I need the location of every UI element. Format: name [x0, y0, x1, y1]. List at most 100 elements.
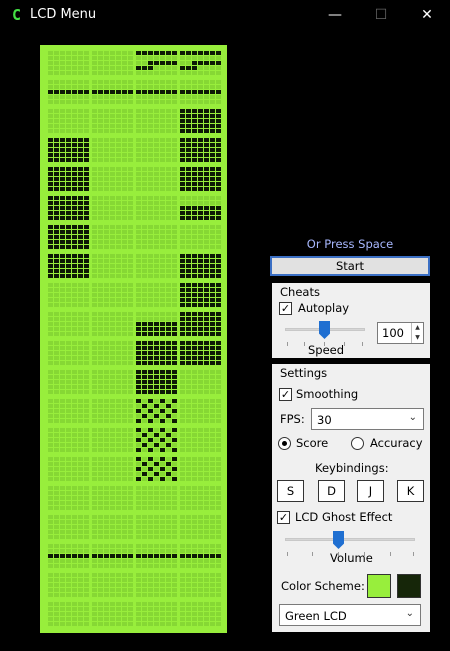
lcd-cell-block — [136, 370, 177, 394]
lcd-cell-block — [92, 138, 133, 162]
lcd-cell-block — [136, 515, 177, 539]
lcd-cell-block — [92, 196, 133, 220]
speed-spinbox[interactable]: 100 ▲ ▼ — [377, 322, 424, 344]
volume-tick — [312, 552, 313, 556]
speed-label: Speed — [308, 343, 345, 357]
color-scheme-value: Green LCD — [285, 609, 347, 623]
lcd-cell-block — [48, 109, 89, 133]
spin-arrows[interactable]: ▲ ▼ — [411, 323, 423, 343]
lcd-cell-block — [92, 167, 133, 191]
lcd-cell-block — [136, 283, 177, 307]
lcd-cell-block — [92, 80, 133, 104]
lcd-cell-block — [48, 457, 89, 481]
lcd-light-color-swatch[interactable] — [367, 574, 391, 598]
chevron-down-icon: ⌄ — [408, 412, 417, 423]
lcd-cell-block — [48, 573, 89, 597]
lcd-cell-block — [180, 544, 221, 568]
lcd-cell-block — [180, 80, 221, 104]
autoplay-checkbox[interactable]: ✓ — [279, 302, 292, 315]
lcd-cell-block — [92, 312, 133, 336]
color-scheme-select[interactable]: Green LCD ⌄ — [279, 604, 421, 626]
chevron-down-icon: ⌄ — [405, 608, 414, 619]
lcd-cell-block — [136, 602, 177, 626]
minimize-button[interactable]: — — [312, 0, 358, 30]
lcd-cell-block — [92, 515, 133, 539]
lcd-cell-block — [180, 341, 221, 365]
lcd-cell-block — [180, 196, 221, 220]
check-icon: ✓ — [280, 302, 291, 315]
lcd-pixel-grid — [48, 51, 221, 626]
lcd-cell-block — [48, 80, 89, 104]
lcd-cell-block — [48, 138, 89, 162]
lcd-cell-block — [48, 544, 89, 568]
cheats-group: Cheats — [272, 283, 430, 358]
title-bar: C LCD Menu — ☐ ✕ — [0, 0, 450, 30]
maximize-button[interactable]: ☐ — [358, 0, 404, 30]
speed-tick — [304, 342, 305, 346]
lcd-cell-block — [48, 370, 89, 394]
speed-tick — [287, 342, 288, 346]
lcd-cell-block — [136, 399, 177, 423]
lcd-cell-block — [136, 109, 177, 133]
lcd-cell-block — [136, 486, 177, 510]
lcd-cell-block — [92, 602, 133, 626]
lcd-cell-block — [48, 428, 89, 452]
key-lane-3-button[interactable]: J — [357, 480, 384, 502]
lcd-cell-block — [48, 51, 89, 75]
volume-tick — [390, 552, 391, 556]
lcd-cell-block — [48, 399, 89, 423]
fps-value: 30 — [317, 413, 332, 427]
ghost-effect-label: LCD Ghost Effect — [295, 510, 393, 524]
lcd-cell-block — [48, 602, 89, 626]
key-lane-4-button[interactable]: K — [397, 480, 424, 502]
close-button[interactable]: ✕ — [404, 0, 450, 30]
lcd-cell-block — [92, 254, 133, 278]
lcd-cell-block — [92, 283, 133, 307]
key-lane-2-button[interactable]: D — [318, 480, 345, 502]
lcd-cell-block — [92, 341, 133, 365]
speed-tick — [362, 342, 363, 346]
lcd-cell-block — [48, 486, 89, 510]
lcd-dark-color-swatch[interactable] — [397, 574, 421, 598]
spin-up-icon[interactable]: ▲ — [412, 323, 423, 333]
accuracy-radio[interactable] — [351, 437, 364, 450]
accuracy-label: Accuracy — [370, 436, 423, 450]
keybindings-label: Keybindings: — [315, 461, 389, 475]
lcd-cell-block — [92, 573, 133, 597]
volume-slider-track[interactable] — [285, 538, 415, 541]
lcd-cell-block — [136, 51, 177, 75]
smoothing-checkbox[interactable]: ✓ — [279, 388, 292, 401]
close-icon: ✕ — [421, 7, 433, 23]
lcd-cell-block — [92, 486, 133, 510]
score-label: Score — [296, 436, 329, 450]
minimize-icon: — — [328, 7, 342, 23]
lcd-cell-block — [136, 167, 177, 191]
lcd-cell-block — [48, 196, 89, 220]
lcd-cell-block — [180, 399, 221, 423]
lcd-cell-block — [136, 544, 177, 568]
lcd-display — [40, 45, 227, 633]
cheats-group-title: Cheats — [280, 285, 320, 299]
lcd-cell-block — [48, 225, 89, 249]
lcd-cell-block — [180, 283, 221, 307]
spin-down-icon[interactable]: ▼ — [412, 333, 423, 343]
lcd-cell-block — [180, 515, 221, 539]
lcd-cell-block — [92, 51, 133, 75]
key-lane-1-button[interactable]: S — [277, 480, 304, 502]
lcd-cell-block — [48, 312, 89, 336]
speed-tick — [344, 342, 345, 346]
lcd-cell-block — [180, 167, 221, 191]
lcd-cell-block — [92, 428, 133, 452]
lcd-cell-block — [48, 167, 89, 191]
check-icon: ✓ — [278, 511, 289, 524]
ghost-effect-checkbox[interactable]: ✓ — [277, 511, 290, 524]
start-button[interactable]: Start — [270, 256, 430, 276]
lcd-cell-block — [92, 370, 133, 394]
fps-select[interactable]: 30 ⌄ — [311, 408, 424, 430]
lcd-cell-block — [48, 254, 89, 278]
smoothing-label: Smoothing — [296, 387, 359, 401]
score-radio[interactable] — [278, 437, 291, 450]
lcd-cell-block — [180, 109, 221, 133]
lcd-cell-block — [180, 573, 221, 597]
lcd-cell-block — [180, 51, 221, 75]
